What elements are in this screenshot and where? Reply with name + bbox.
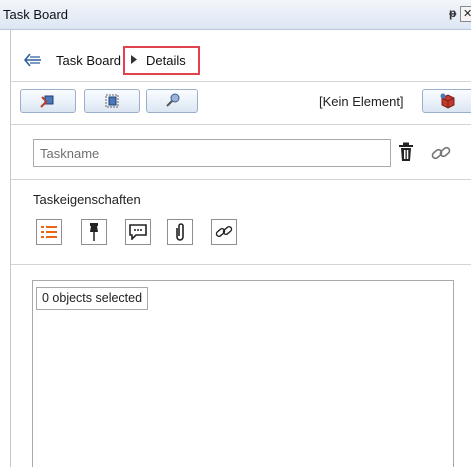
pick-element-button[interactable] <box>146 89 198 113</box>
comment-icon <box>129 224 147 240</box>
properties-attachment-button[interactable] <box>167 219 193 245</box>
3d-element-button[interactable] <box>422 89 471 113</box>
pin-window-icon[interactable]: ᵽ <box>449 6 456 20</box>
properties-list-button[interactable] <box>36 219 62 245</box>
edit-element-icon <box>40 95 54 108</box>
properties-link-button[interactable] <box>211 219 237 245</box>
properties-comment-button[interactable] <box>125 219 151 245</box>
objects-selected-label: 0 objects selected <box>36 287 149 310</box>
3d-element-icon <box>440 93 455 109</box>
pin-icon <box>90 223 98 241</box>
trash-icon[interactable] <box>398 142 414 162</box>
divider <box>11 179 471 180</box>
edit-element-button[interactable] <box>20 89 76 113</box>
attachment-icon <box>176 223 184 241</box>
link-icon <box>215 226 233 237</box>
pick-element-icon <box>166 93 180 107</box>
properties-pin-button[interactable] <box>81 219 107 245</box>
link-icon[interactable] <box>430 142 452 164</box>
select-element-button[interactable] <box>84 89 140 113</box>
panel-frame-edge <box>10 30 11 467</box>
select-element-icon <box>105 94 119 108</box>
list-icon <box>41 226 57 238</box>
close-window-button[interactable]: ✕ <box>460 6 471 22</box>
divider <box>11 264 471 265</box>
breadcrumb-details[interactable]: Details <box>146 53 186 68</box>
triangle-right-icon <box>131 55 137 64</box>
breadcrumb-task-board[interactable]: Task Board <box>56 53 121 68</box>
window-title: Task Board <box>3 7 69 22</box>
element-status-text: [Kein Element] <box>319 94 404 109</box>
taskname-input[interactable] <box>33 139 391 167</box>
divider <box>11 124 471 125</box>
back-arrow-icon[interactable] <box>24 53 42 67</box>
divider <box>11 81 471 82</box>
task-properties-label: Taskeigenschaften <box>33 192 141 207</box>
title-bar <box>0 0 471 30</box>
